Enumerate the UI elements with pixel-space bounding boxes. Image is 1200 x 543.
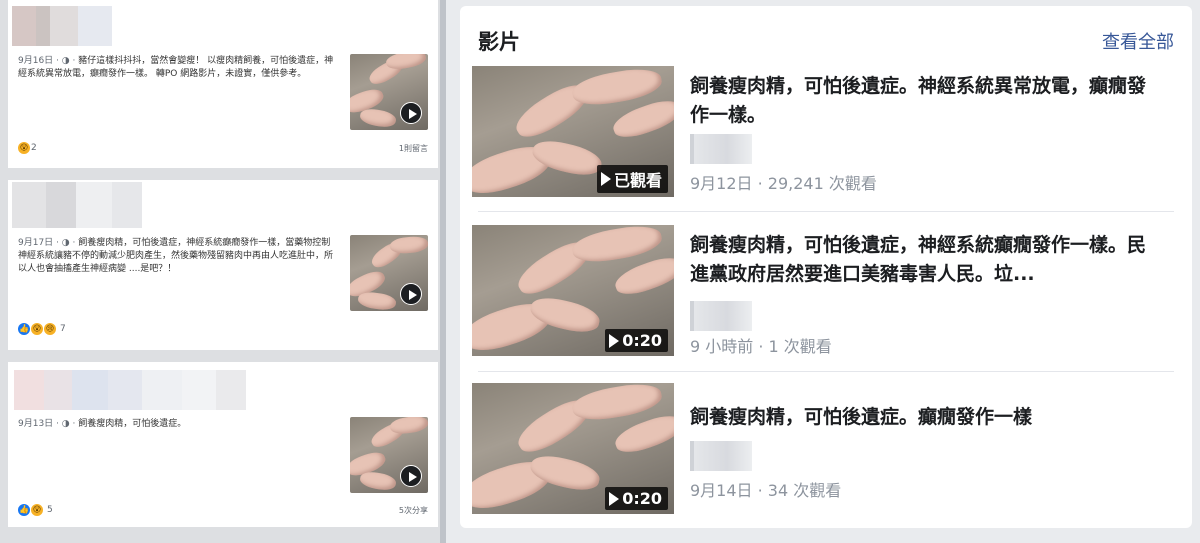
sad-reaction-icon: 😢 xyxy=(44,323,56,335)
video-item[interactable]: 已觀看 飼養瘦肉精，可怕後遺症。神經系統異常放電，癲癇發作一樣。 9月12日 ·… xyxy=(472,66,1174,206)
globe-icon: · ◑ · xyxy=(56,419,79,429)
post-text: 9月16日 · ◑ · 豬仔這樣抖抖抖，當然會變瘦！ 以瘦肉精飼養，可怕後遺症，… xyxy=(18,55,338,81)
wow-reaction-icon: 😮 xyxy=(31,323,43,335)
video-thumbnail[interactable]: 0:20 xyxy=(472,225,674,356)
reaction-count: 2 xyxy=(31,143,37,153)
video-title[interactable]: 飼養瘦肉精，可怕後遺症。癲癇發作一樣 xyxy=(690,403,1160,432)
reaction-summary[interactable]: 👍 😮 😢 7 xyxy=(18,323,66,335)
video-title[interactable]: 飼養瘦肉精，可怕後遺症，神經系統癲癇發作一樣。民進黨政府居然要進口美豬毒害人民。… xyxy=(690,231,1160,289)
reaction-count: 5 xyxy=(47,505,53,515)
post-date[interactable]: 9月17日 xyxy=(18,238,53,248)
video-title[interactable]: 飼養瘦肉精，可怕後遺症。神經系統異常放電，癲癇發作一樣。 xyxy=(690,72,1160,130)
video-thumbnail[interactable]: 0:20 xyxy=(472,383,674,514)
globe-icon: · ◑ · xyxy=(56,56,79,66)
wow-reaction-icon: 😮 xyxy=(31,504,43,516)
post-text: 9月17日 · ◑ · 飼養瘦肉精，可怕後遺症，神經系統癲癇發作一樣，當藥物控制… xyxy=(18,237,338,276)
like-reaction-icon: 👍 xyxy=(18,323,30,335)
badge-text: 已觀看 xyxy=(613,171,662,190)
reaction-summary[interactable]: 😮 2 xyxy=(18,142,37,154)
play-icon[interactable] xyxy=(400,283,422,305)
reaction-summary[interactable]: 👍 😮 5 xyxy=(18,504,53,516)
post-video-thumbnail[interactable] xyxy=(350,54,428,130)
item-divider xyxy=(478,371,1174,372)
play-icon xyxy=(600,172,611,186)
blurred-author-name xyxy=(14,370,246,410)
watched-badge: 已觀看 xyxy=(596,165,668,193)
post-video-thumbnail[interactable] xyxy=(350,417,428,493)
video-thumbnail[interactable]: 已觀看 xyxy=(472,66,674,197)
play-icon[interactable] xyxy=(400,102,422,124)
blurred-author-name xyxy=(12,6,112,46)
post-video-thumbnail[interactable] xyxy=(350,235,428,311)
blurred-page-name xyxy=(690,134,752,164)
blurred-page-name xyxy=(690,301,752,331)
column-divider xyxy=(440,0,446,543)
badge-text: 0:20 xyxy=(622,331,662,350)
video-meta: 9月12日 · 29,241 次觀看 xyxy=(690,174,877,193)
like-reaction-icon: 👍 xyxy=(18,504,30,516)
blurred-page-name xyxy=(690,441,752,471)
post-card: 9月17日 · ◑ · 飼養瘦肉精，可怕後遺症，神經系統癲癇發作一樣，當藥物控制… xyxy=(8,180,438,350)
video-meta: 9月14日 · 34 次觀看 xyxy=(690,481,842,500)
duration-badge: 0:20 xyxy=(605,329,668,352)
post-card: 9月16日 · ◑ · 豬仔這樣抖抖抖，當然會變瘦！ 以瘦肉精飼養，可怕後遺症，… xyxy=(8,0,438,168)
share-count[interactable]: 5次分享 xyxy=(399,505,428,516)
comment-count[interactable]: 1則留言 xyxy=(399,143,428,154)
play-icon xyxy=(609,333,620,348)
reaction-count: 7 xyxy=(60,324,66,334)
post-date[interactable]: 9月13日 xyxy=(18,419,53,429)
item-divider xyxy=(478,211,1174,212)
see-all-link[interactable]: 查看全部 xyxy=(1102,28,1174,54)
post-card: 9月13日 · ◑ · 飼養瘦肉精，可怕後遺症。 👍 😮 5 5次分享 xyxy=(8,362,438,527)
wow-reaction-icon: 😮 xyxy=(18,142,30,154)
post-text: 9月13日 · ◑ · 飼養瘦肉精，可怕後遺症。 xyxy=(18,418,338,431)
left-column: 9月16日 · ◑ · 豬仔這樣抖抖抖，當然會變瘦！ 以瘦肉精飼養，可怕後遺症，… xyxy=(0,0,440,543)
post-date[interactable]: 9月16日 xyxy=(18,56,53,66)
play-icon xyxy=(609,491,620,506)
globe-icon: · ◑ · xyxy=(56,238,79,248)
panel-title: 影片 xyxy=(478,30,520,54)
badge-text: 0:20 xyxy=(622,489,662,508)
videos-panel: 影片 查看全部 已觀看 飼養瘦肉精，可怕後遺症。神經系統異常放電，癲癇發作一樣。… xyxy=(460,6,1192,528)
video-item[interactable]: 0:20 飼養瘦肉精，可怕後遺症。癲癇發作一樣 9月14日 · 34 次觀看 xyxy=(472,383,1174,523)
post-body: 飼養瘦肉精，可怕後遺症。 xyxy=(78,419,187,429)
duration-badge: 0:20 xyxy=(605,487,668,510)
video-meta: 9 小時前 · 1 次觀看 xyxy=(690,337,832,356)
video-item[interactable]: 0:20 飼養瘦肉精，可怕後遺症，神經系統癲癇發作一樣。民進黨政府居然要進口美豬… xyxy=(472,225,1174,365)
blurred-author-name xyxy=(12,182,142,228)
play-icon[interactable] xyxy=(400,465,422,487)
